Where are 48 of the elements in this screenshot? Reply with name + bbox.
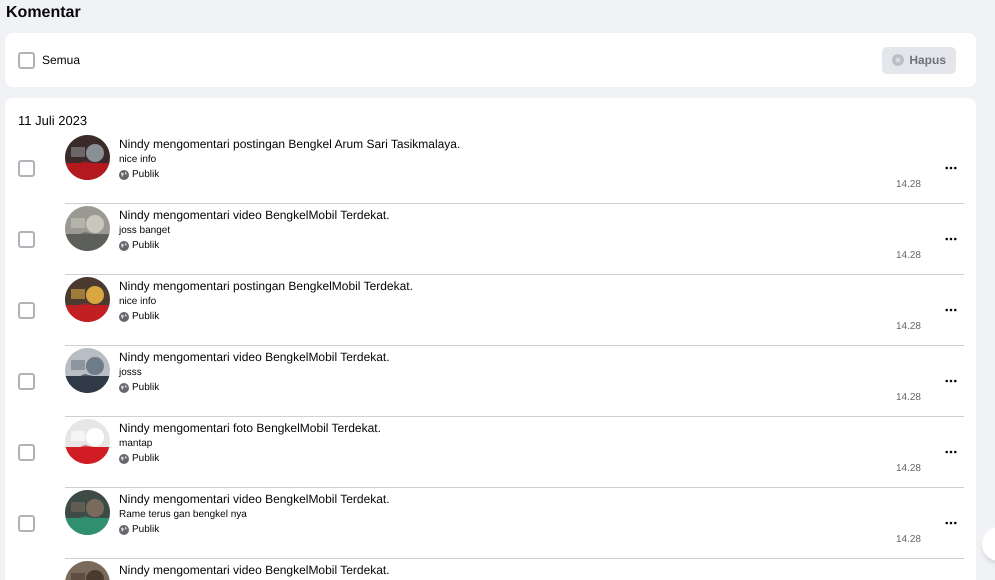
globe-icon [119,312,129,322]
checkbox[interactable] [18,515,35,532]
checkbox[interactable] [18,373,35,390]
privacy-label: Publik [132,168,160,181]
activity-text: Nindy mengomentari foto BengkelMobil Terdekat. [119,420,381,436]
activity-text: Nindy mengomentari postingan Bengkel Arum Sari Tasikmalaya. [119,136,460,152]
comment-text: mantap [119,437,154,451]
checkbox[interactable] [18,160,35,177]
activity-text: Nindy mengomentari postingan BengkelMobil Terdekat. [119,278,413,294]
comment-time: 14.28 [896,178,921,192]
select-all-label: Semua [42,52,80,69]
page-title: Komentar [6,3,81,23]
comment-text: josss [119,366,143,380]
more-icon [945,379,957,383]
more-icon [945,450,957,454]
globe-icon [119,382,129,392]
more-icon [945,308,957,312]
privacy-label: Publik [132,523,160,536]
more-icon [945,521,957,525]
comment-text: joss banget [119,224,172,238]
checkbox[interactable] [18,302,35,319]
checkbox[interactable] [18,444,35,461]
comment-time: 14.28 [896,462,921,476]
globe-icon [119,524,129,534]
date-heading: 11 Juli 2023 [18,113,88,128]
comment-time: 14.28 [896,249,921,263]
comment-time: 14.28 [896,320,921,334]
more-icon [945,166,957,170]
comment-time: 14.28 [896,391,921,405]
privacy-label: Publik [132,310,160,323]
checkbox[interactable] [18,52,35,68]
more-icon [945,237,957,241]
privacy-label: Publik [132,452,160,465]
activity-text: Nindy mengomentari video BengkelMobil Terdekat. [119,562,390,578]
activity-text: Nindy mengomentari video BengkelMobil Terdekat. [119,207,390,223]
comment-time: 14.28 [896,533,921,547]
globe-icon [119,240,129,250]
privacy-label: Publik [132,239,160,252]
globe-icon [119,454,129,464]
comment-text: Rame terus gan bengkel nya [119,508,248,522]
privacy-label: Publik [132,381,160,394]
checkbox[interactable] [18,231,35,248]
activity-text: Nindy mengomentari video BengkelMobil Terdekat. [119,491,390,507]
close-icon [892,54,904,66]
activity-text: Nindy mengomentari video BengkelMobil Terdekat. [119,349,390,365]
globe-icon [119,170,129,180]
comment-text: nice info [119,153,158,167]
comment-text: nice info [119,295,158,309]
